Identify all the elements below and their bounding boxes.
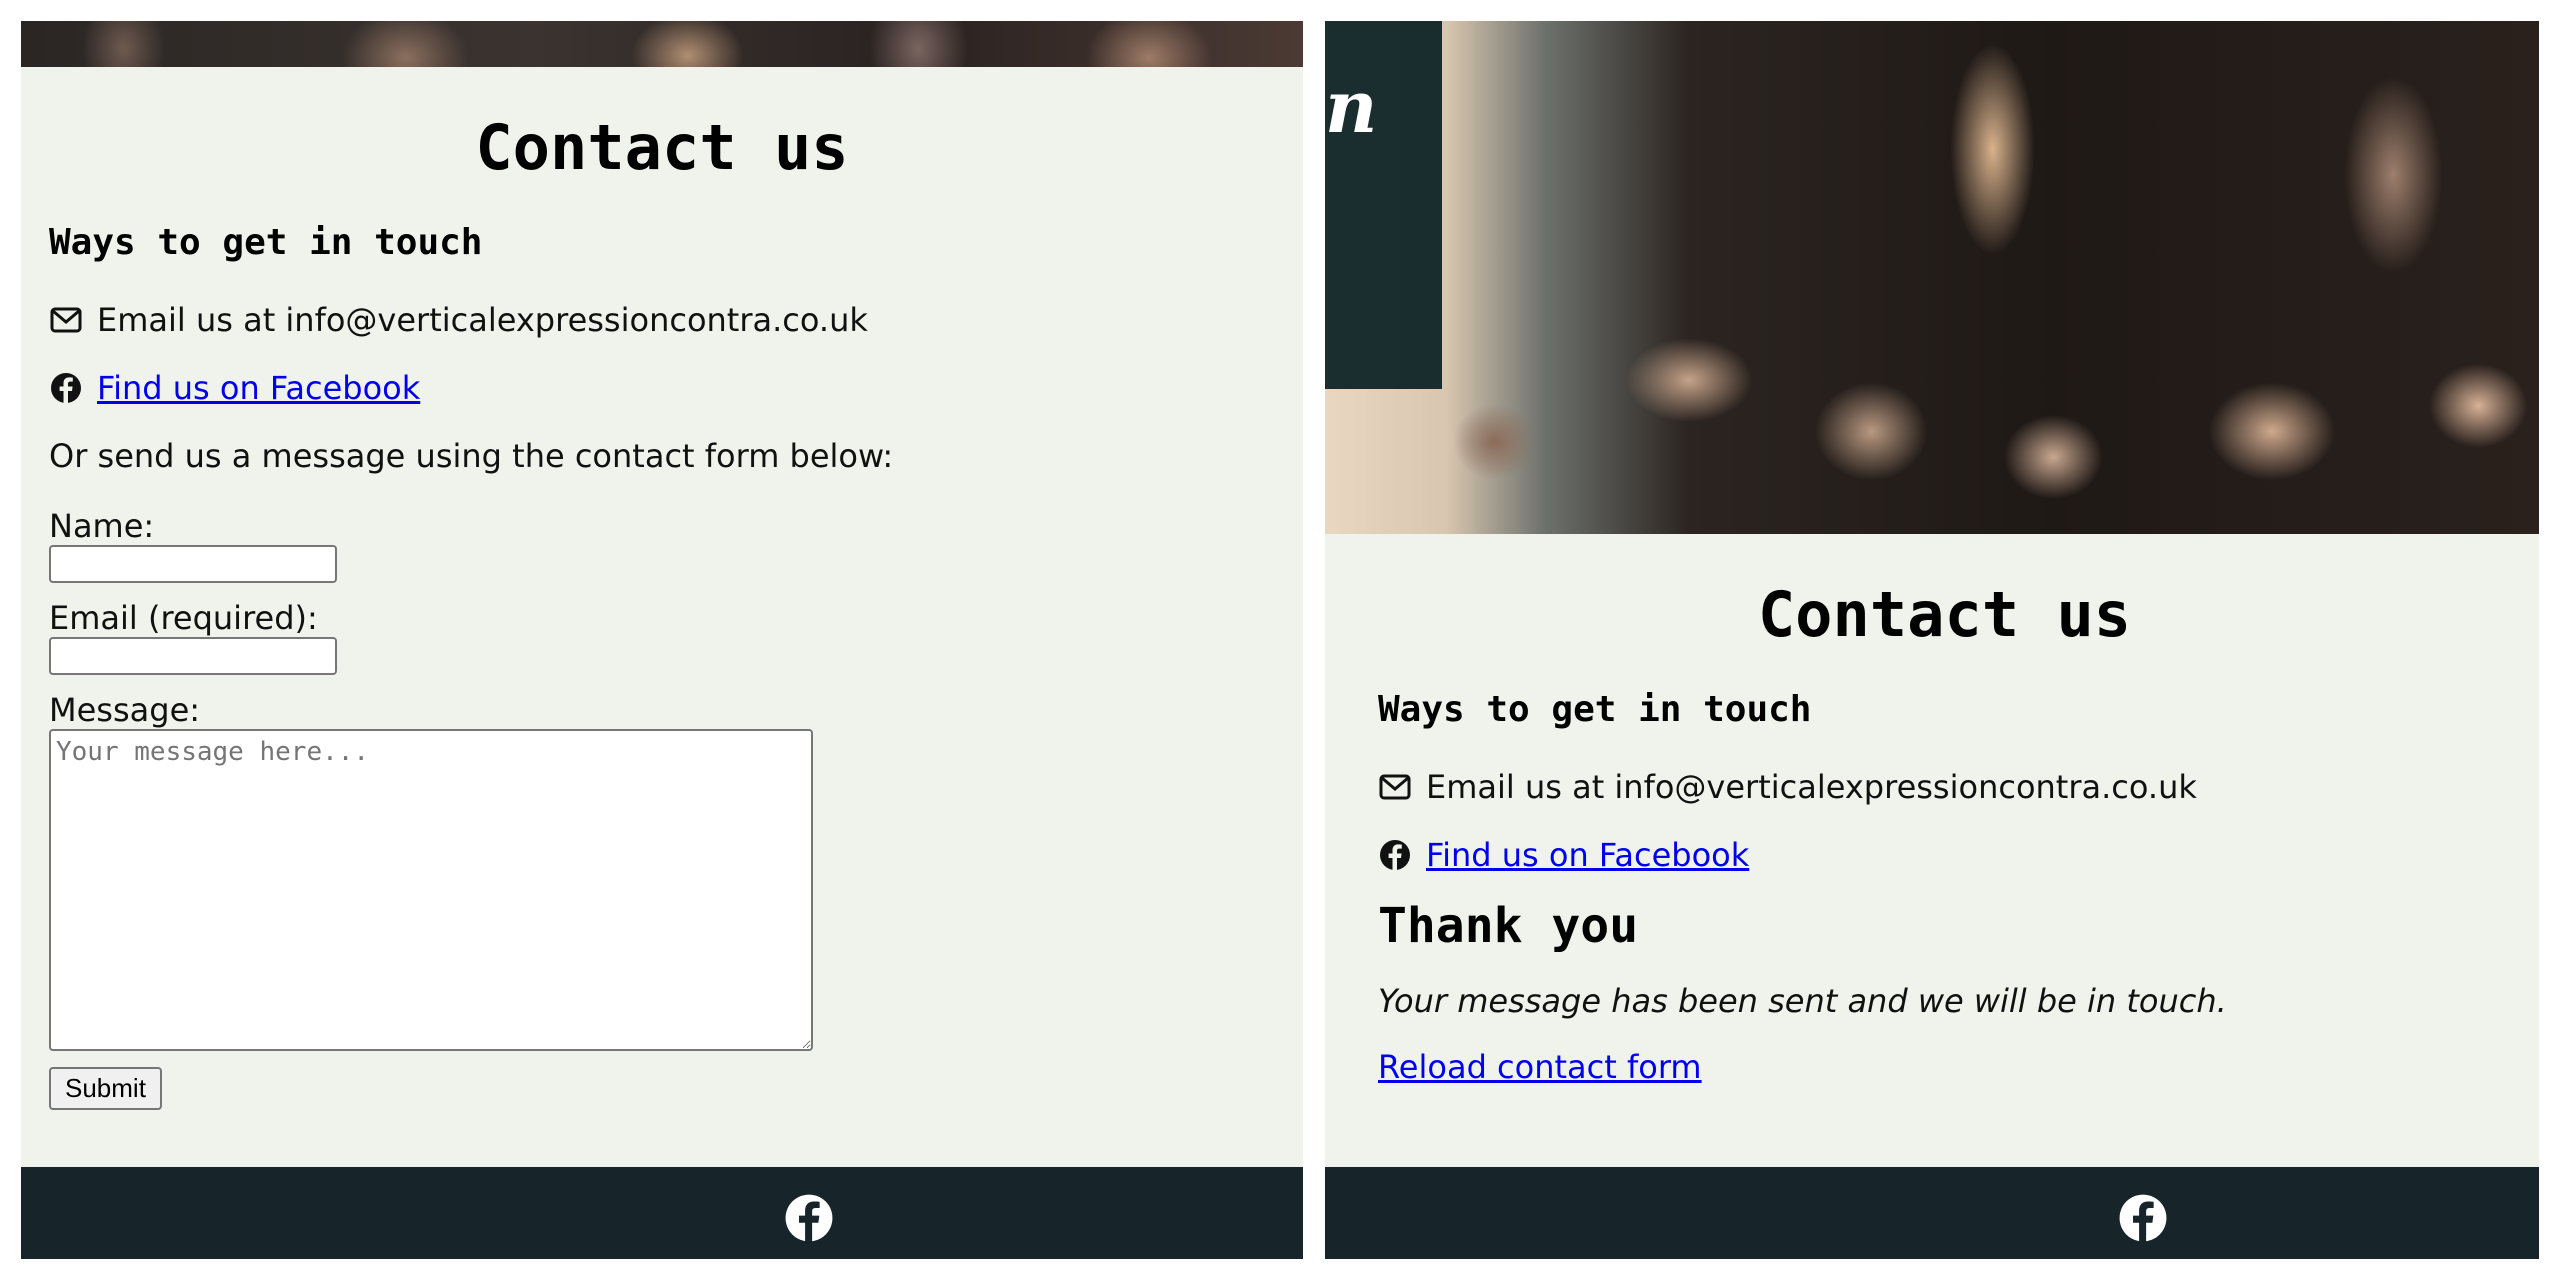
email-label: Email (required): [49, 599, 318, 637]
email-row: Email us at info@verticalexpressioncontr… [49, 301, 1275, 339]
email-row: Email us at info@verticalexpressioncontr… [1378, 768, 2511, 806]
contact-page-form-view: Contact us Ways to get in touch Email us… [21, 21, 1303, 1259]
facebook-row: Find us on Facebook [1378, 836, 2511, 874]
message-label: Message: [49, 691, 201, 729]
email-text: Email us at info@verticalexpressioncontr… [97, 301, 868, 339]
site-title-overlay: n [1325, 21, 1442, 389]
contact-page-thank-you-view: n Contact us Ways to get in touch Email … [1325, 21, 2539, 1259]
page-title: Contact us [1757, 578, 2132, 651]
header-photo: n [1325, 21, 2539, 534]
footer-facebook-icon[interactable] [2118, 1193, 2168, 1243]
facebook-icon [1378, 838, 1412, 872]
form-intro-text: Or send us a message using the contact f… [49, 437, 894, 475]
contact-form: Name: Email (required): Message: Submit [49, 507, 1275, 1110]
facebook-icon [49, 371, 83, 405]
ways-to-get-in-touch-heading: Ways to get in touch [1378, 689, 1812, 730]
message-sent-text: Your message has been sent and we will b… [1378, 982, 2227, 1020]
ways-to-get-in-touch-heading: Ways to get in touch [49, 222, 483, 263]
page-title: Contact us [475, 111, 849, 184]
thank-you-heading: Thank you [1378, 898, 1639, 954]
message-textarea[interactable] [49, 729, 813, 1051]
submit-button[interactable]: Submit [49, 1067, 162, 1110]
header-photo [21, 21, 1303, 67]
email-text: Email us at info@verticalexpressioncontr… [1426, 768, 2197, 806]
email-input[interactable] [49, 637, 337, 675]
reload-contact-form-link[interactable]: Reload contact form [1378, 1048, 1702, 1086]
contact-content: Contact us Ways to get in touch Email us… [1378, 534, 2511, 1086]
name-input[interactable] [49, 545, 337, 583]
site-title-fragment: n [1325, 64, 1378, 149]
envelope-icon [1378, 770, 1412, 804]
site-footer [21, 1167, 1303, 1259]
facebook-row: Find us on Facebook [49, 369, 1275, 407]
envelope-icon [49, 303, 83, 337]
find-us-on-facebook-link[interactable]: Find us on Facebook [97, 369, 420, 407]
find-us-on-facebook-link[interactable]: Find us on Facebook [1426, 836, 1749, 874]
contact-content: Contact us Ways to get in touch Email us… [49, 67, 1275, 1110]
name-label: Name: [49, 507, 155, 545]
footer-facebook-icon[interactable] [784, 1193, 834, 1243]
site-footer [1325, 1167, 2539, 1259]
